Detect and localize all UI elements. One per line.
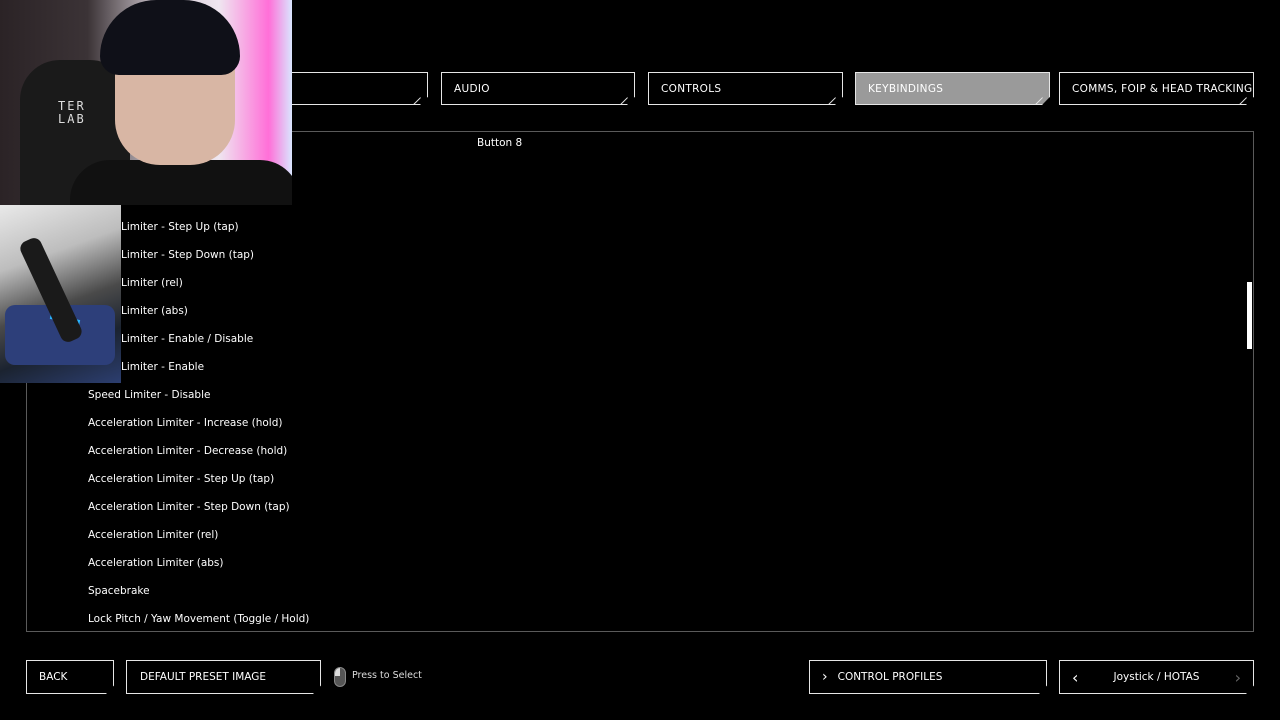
back-button[interactable]: BACK [26, 660, 114, 694]
column-header-binding: Button 8 [477, 137, 523, 149]
mouse-icon [334, 667, 346, 687]
default-preset-image-button[interactable]: DEFAULT PRESET IMAGE [126, 660, 321, 694]
tab-label: AUDIO [454, 82, 490, 95]
chevron-left-icon[interactable]: ‹ [1072, 668, 1078, 687]
tab-keybindings[interactable]: KEYBINDINGS [855, 72, 1050, 105]
device-selector[interactable]: ‹ Joystick / HOTAS › [1059, 660, 1254, 694]
list-item[interactable]: Limiter (abs) [121, 305, 188, 317]
tab-controls[interactable]: CONTROLS [648, 72, 843, 105]
device-selector-label: Joystick / HOTAS [1113, 671, 1200, 683]
list-item[interactable]: Limiter (rel) [121, 277, 183, 289]
tab-comms-foip-head-tracking[interactable]: COMMS, FOIP & HEAD TRACKING [1059, 72, 1254, 105]
list-item[interactable]: Acceleration Limiter (rel) [88, 529, 218, 541]
webcam-overlay-hands [0, 205, 121, 383]
person-hair [100, 0, 240, 75]
person-shoulders [70, 160, 292, 205]
control-profiles-button[interactable]: › CONTROL PROFILES [809, 660, 1047, 694]
list-item[interactable]: Acceleration Limiter - Increase (hold) [88, 417, 282, 429]
list-item[interactable]: Lock Pitch / Yaw Movement (Toggle / Hold… [88, 613, 309, 625]
tab-label: KEYBINDINGS [868, 82, 944, 95]
keybindings-screen: S AUDIO CONTROLS KEYBINDINGS COMMS, FOIP… [0, 0, 1280, 720]
chevron-right-icon: › [822, 669, 828, 685]
control-profiles-label: CONTROL PROFILES [837, 671, 943, 683]
list-item[interactable]: Limiter - Enable [121, 361, 204, 373]
press-to-select-hint: Press to Select [352, 670, 422, 681]
list-item[interactable]: Limiter - Enable / Disable [121, 333, 253, 345]
list-scrollbar[interactable] [1247, 282, 1252, 349]
default-preset-label: DEFAULT PRESET IMAGE [140, 671, 267, 683]
list-item[interactable]: Limiter - Step Down (tap) [121, 249, 254, 261]
list-item[interactable]: Acceleration Limiter - Step Up (tap) [88, 473, 274, 485]
tab-label: COMMS, FOIP & HEAD TRACKING [1072, 82, 1253, 95]
chair-logo: TER LAB [58, 100, 86, 126]
list-item[interactable]: Spacebrake [88, 585, 150, 597]
list-item[interactable]: Acceleration Limiter (abs) [88, 557, 224, 569]
list-item[interactable]: Acceleration Limiter - Decrease (hold) [88, 445, 287, 457]
webcam-overlay-face: TER LAB [0, 0, 292, 205]
back-button-label: BACK [39, 671, 68, 683]
tab-audio[interactable]: AUDIO [441, 72, 635, 105]
list-item[interactable]: Acceleration Limiter - Step Down (tap) [88, 501, 290, 513]
list-item[interactable]: Speed Limiter - Disable [88, 389, 210, 401]
chevron-right-icon[interactable]: › [1235, 668, 1241, 687]
tab-label: CONTROLS [661, 82, 722, 95]
list-item[interactable]: Limiter - Step Up (tap) [121, 221, 239, 233]
chair-logo-line2: LAB [58, 112, 86, 126]
